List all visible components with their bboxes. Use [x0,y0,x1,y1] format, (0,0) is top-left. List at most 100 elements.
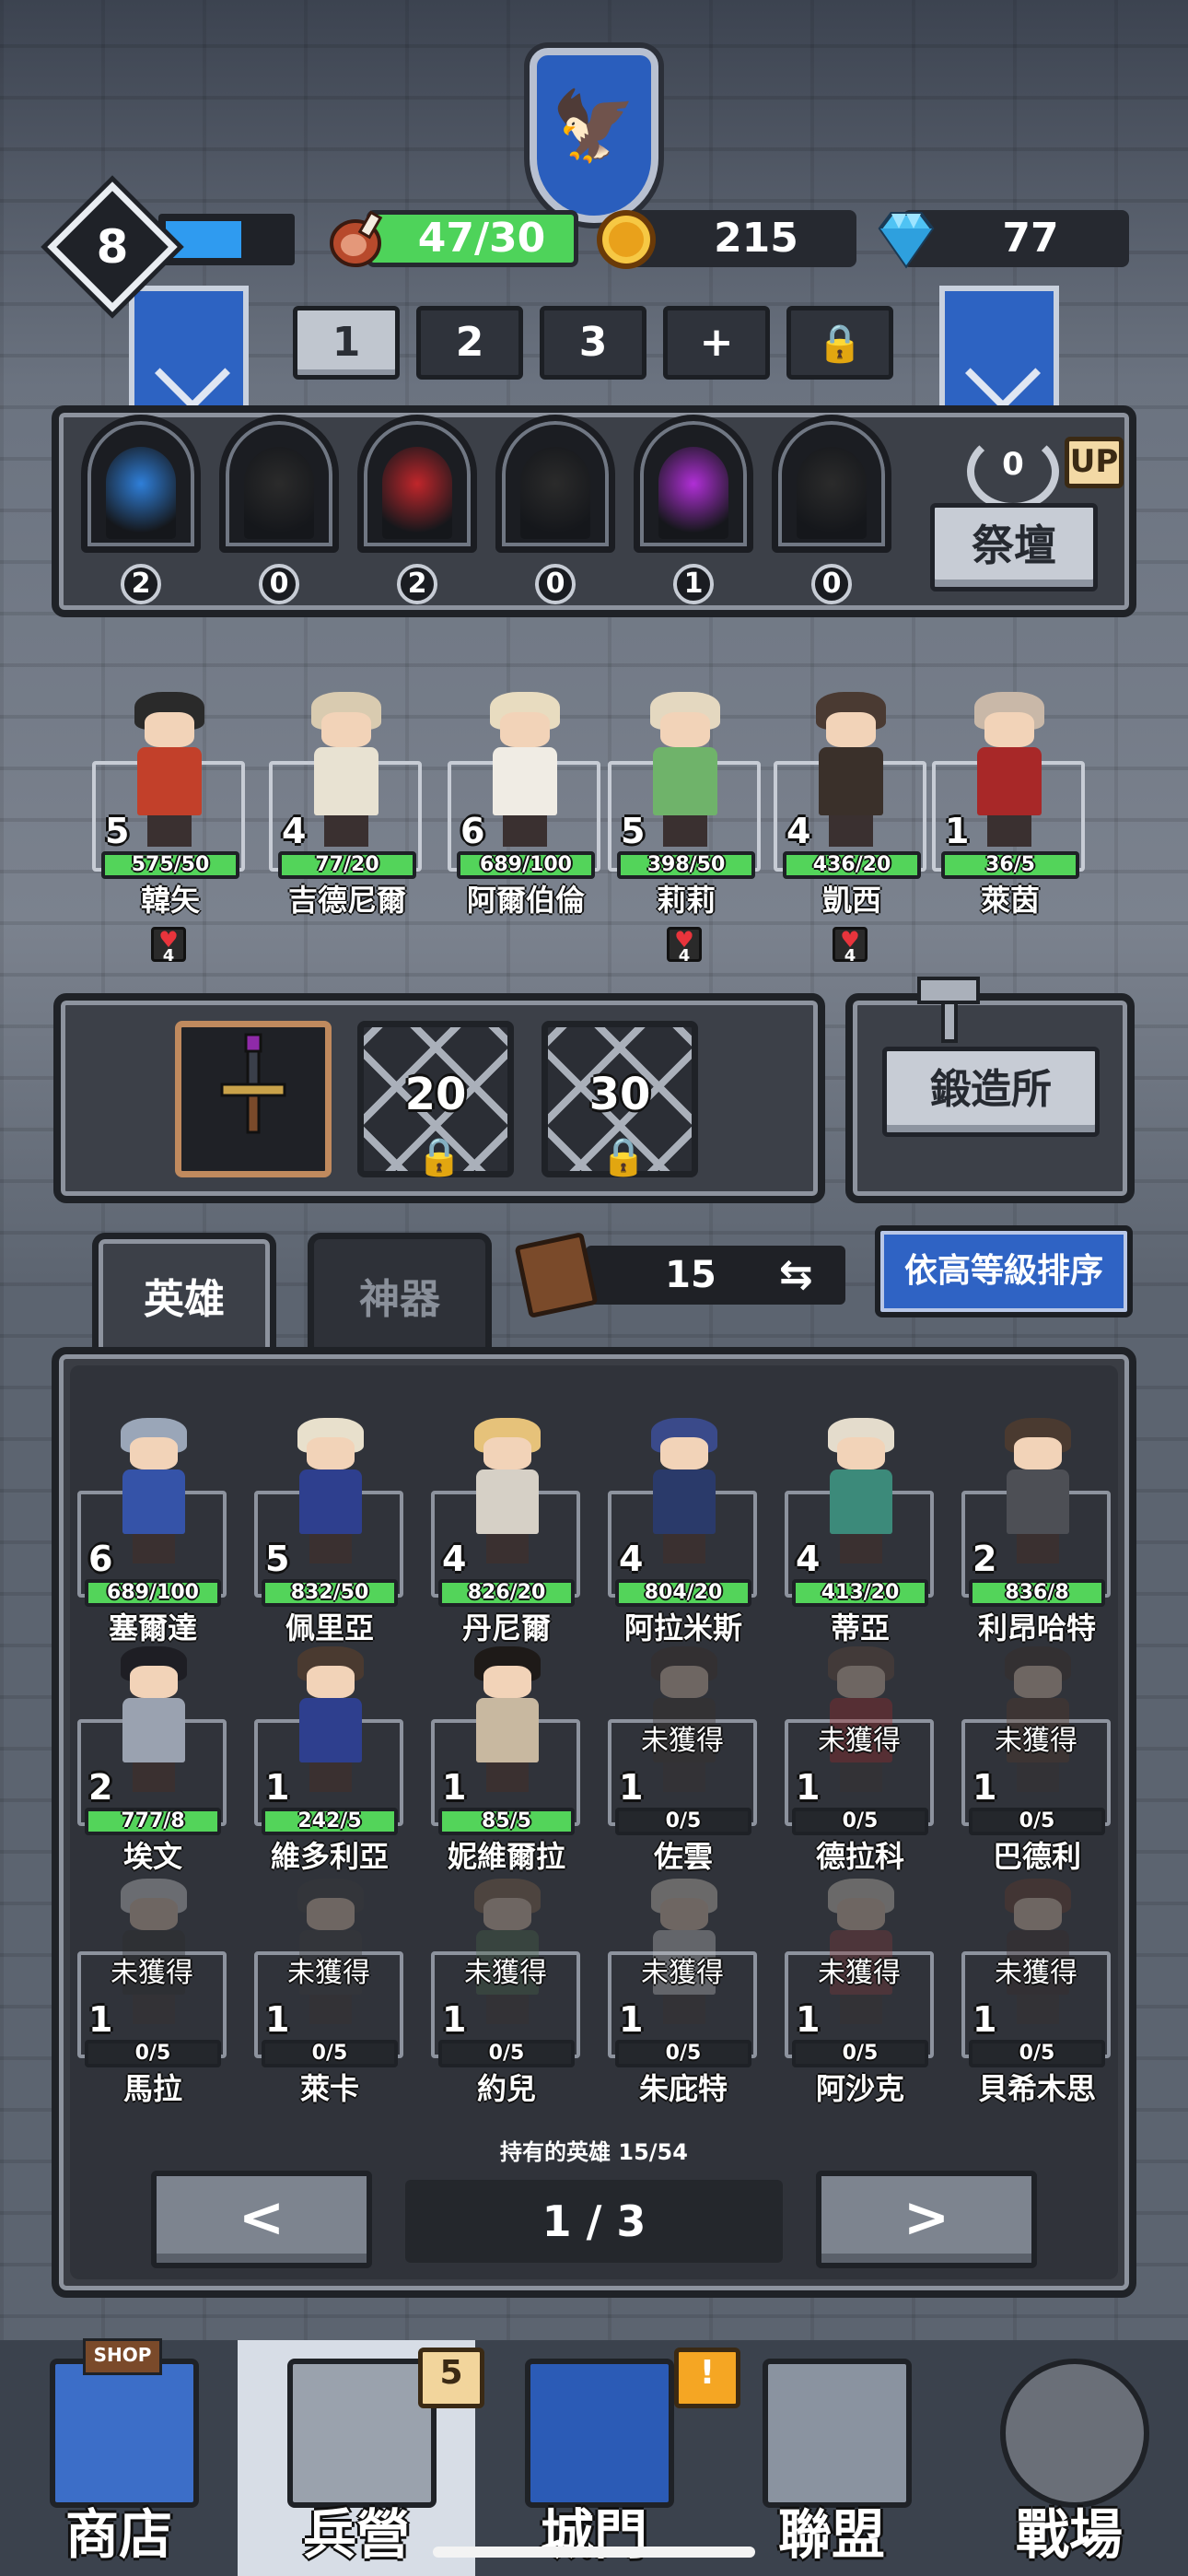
slot-3-unlock-level: 30 [588,1069,651,1120]
hero-hp-bar: 0/5 [85,2040,221,2067]
nav-gate[interactable]: ! 城門 [475,2340,740,2576]
hero-name: 阿沙克 [815,2071,904,2106]
tab-heroes[interactable]: 英雄 [92,1233,276,1352]
altar-statue-slot[interactable] [634,415,753,553]
forge-button[interactable]: 鍛造所 [882,1047,1100,1137]
unowned-label: 未獲得 [995,1957,1077,1989]
team-tab-2[interactable]: 2 [416,306,523,380]
hero-hp-bar: 436/20 [783,851,921,879]
hero-hp-bar: 826/20 [438,1579,575,1607]
hero-hp-bar: 0/5 [615,2040,751,2067]
hero-count: 15 [665,1254,716,1296]
guild-emblem: 🦅 [530,48,658,223]
swap-icon[interactable]: ⇆ [779,1246,813,1305]
altar-statue-count: 1 [673,564,714,604]
statue-silhouette [797,447,867,539]
statue-silhouette [520,447,590,539]
hero-level: 6 [88,1539,113,1579]
hero-level: 4 [442,1539,467,1579]
shop-sign: SHOP [83,2338,162,2375]
altar-statue-slot[interactable] [219,415,339,553]
equipment-slot-1[interactable] [175,1021,332,1177]
hero-level: 1 [945,811,970,851]
lock-icon: 🔒 [600,1136,646,1178]
previous-page-button[interactable]: < [151,2171,372,2268]
hero-hp-bar: 85/5 [438,1808,575,1835]
hero-level: 1 [973,1767,997,1808]
team-tab-3[interactable]: 3 [540,306,646,380]
hero-name: 馬拉 [122,2071,182,2106]
hero-level: 6 [460,811,485,851]
statue-silhouette [658,447,728,539]
hero-level: 1 [796,1767,821,1808]
next-page-button[interactable]: > [816,2171,1037,2268]
hero-hp-bar: 0/5 [262,2040,398,2067]
hero-level: 5 [265,1539,290,1579]
hero-level: 1 [796,1999,821,2040]
hero-hp-bar: 689/100 [457,851,595,879]
nav-barracks[interactable]: 5 兵營 [238,2340,484,2576]
upgrade-badge[interactable]: UP [1065,437,1124,488]
gold-coin-icon [597,210,656,269]
slot-2-unlock-level: 20 [404,1069,467,1120]
sort-by-level-button[interactable]: 依高等級排序 [875,1225,1133,1317]
hero-level: 1 [619,1999,644,2040]
hero-hp-bar: 777/8 [85,1808,221,1835]
altar-statue-slot[interactable] [772,415,891,553]
altar-button[interactable]: 祭壇 [930,503,1098,591]
hero-name: 萊茵 [980,883,1040,918]
hero-level: 5 [621,811,646,851]
altar-level: 0 [1002,446,1024,483]
sword-icon [220,1033,286,1134]
altar-statue-slot[interactable] [495,415,615,553]
altar-statue-slot[interactable] [81,415,201,553]
heart-icon: ♥ 4 [667,927,702,965]
hero-name: 莉莉 [656,883,716,918]
hero-hp-bar: 575/50 [101,851,239,879]
hero-level: 4 [796,1539,821,1579]
unowned-label: 未獲得 [818,1725,901,1757]
altar-statue-slot[interactable] [357,415,477,553]
team-tab-1[interactable]: 1 [293,306,400,380]
tab-artifacts[interactable]: 神器 [308,1233,492,1352]
hero-hp-bar: 398/50 [617,851,755,879]
arena-crest-icon [1000,2359,1149,2508]
altar-statue-count: 0 [535,564,576,604]
meat-icon [330,210,383,267]
unowned-label: 未獲得 [641,1957,724,1989]
alliance-hall-icon [763,2359,912,2508]
hero-hp-bar: 836/8 [969,1579,1105,1607]
hero-level: 4 [786,811,811,851]
unowned-label: 未獲得 [464,1957,547,1989]
locked-team-tab[interactable]: 🔒 [786,306,893,380]
home-indicator [433,2547,755,2558]
shop-building-icon: SHOP [50,2338,199,2508]
hero-level: 1 [265,1999,290,2040]
hero-hp-bar: 0/5 [969,2040,1105,2067]
unowned-label: 未獲得 [818,1957,901,1989]
barracks-tower-icon [287,2359,437,2508]
hero-level: 1 [619,1767,644,1808]
hero-level: 1 [442,1767,467,1808]
nav-arena-label: 戰場 [1015,2503,1123,2566]
hero-hp-bar: 0/5 [438,2040,575,2067]
hero-hp-bar: 0/5 [615,1808,751,1835]
hero-name: 貝希木思 [977,2071,1096,2106]
page-indicator: 1 / 3 [405,2180,783,2263]
altar-statue-count: 0 [259,564,299,604]
hero-name: 朱庇特 [638,2071,728,2106]
food-value: 47/30 [417,215,546,262]
hero-hp-bar: 242/5 [262,1808,398,1835]
statue-silhouette [382,447,452,539]
hero-name: 吉德尼爾 [287,883,406,918]
hero-hp-bar: 0/5 [969,1808,1105,1835]
owned-heroes-summary: 持有的英雄 15/54 [500,2139,688,2165]
hero-level: 5 [105,811,130,851]
add-team-button[interactable]: + [663,306,770,380]
nav-alliance[interactable]: 聯盟 [713,2340,950,2576]
hero-level: 1 [973,1999,997,2040]
nav-arena[interactable]: 戰場 [950,2340,1188,2576]
hero-hp-bar: 0/5 [792,2040,928,2067]
nav-shop[interactable]: SHOP 商店 [0,2338,238,2576]
lock-icon: 🔒 [817,322,863,365]
